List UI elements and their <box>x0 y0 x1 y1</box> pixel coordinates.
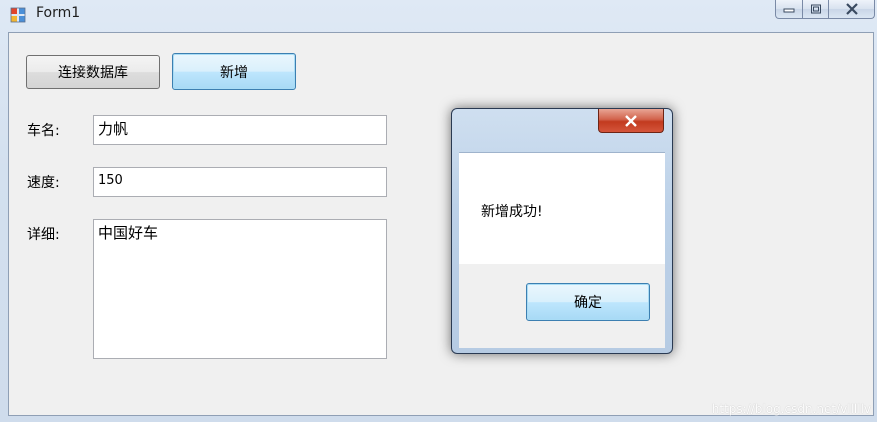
minimize-button[interactable] <box>775 0 803 19</box>
name-input[interactable]: 力帆 <box>93 115 387 145</box>
dialog-close-button[interactable] <box>598 109 664 133</box>
connect-database-button[interactable]: 连接数据库 <box>26 55 160 89</box>
speed-label: 速度: <box>27 175 60 191</box>
close-icon <box>845 3 858 15</box>
caption-buttons <box>775 0 875 20</box>
detail-textarea[interactable]: 中国好车 <box>93 219 387 359</box>
ok-button[interactable]: 确定 <box>526 283 650 321</box>
minimize-icon <box>783 8 795 13</box>
watermark: https://blog.csdn.net/vlllllv <box>711 402 871 416</box>
title-bar[interactable]: Form1 <box>0 0 877 30</box>
main-window: Form1 连接数据库 新增 车名: 力帆 速度: 150 详细: 中国好车 新… <box>0 0 877 422</box>
form-client-area: 连接数据库 新增 车名: 力帆 速度: 150 详细: 中国好车 <box>8 32 874 416</box>
winforms-app-icon <box>10 7 26 23</box>
detail-label: 详细: <box>27 227 60 243</box>
maximize-button[interactable] <box>803 0 829 19</box>
window-title: Form1 <box>36 5 81 21</box>
name-label: 车名: <box>27 123 60 139</box>
close-button[interactable] <box>829 0 875 19</box>
speed-input[interactable]: 150 <box>93 167 387 197</box>
dialog-message: 新增成功! <box>481 204 543 220</box>
dialog-message-area: 新增成功! <box>459 152 665 265</box>
close-icon <box>625 114 637 127</box>
add-button[interactable]: 新增 <box>172 53 296 90</box>
message-box-dialog: 新增成功! 确定 <box>451 108 673 354</box>
maximize-icon <box>810 4 821 14</box>
dialog-button-area: 确定 <box>459 264 665 348</box>
